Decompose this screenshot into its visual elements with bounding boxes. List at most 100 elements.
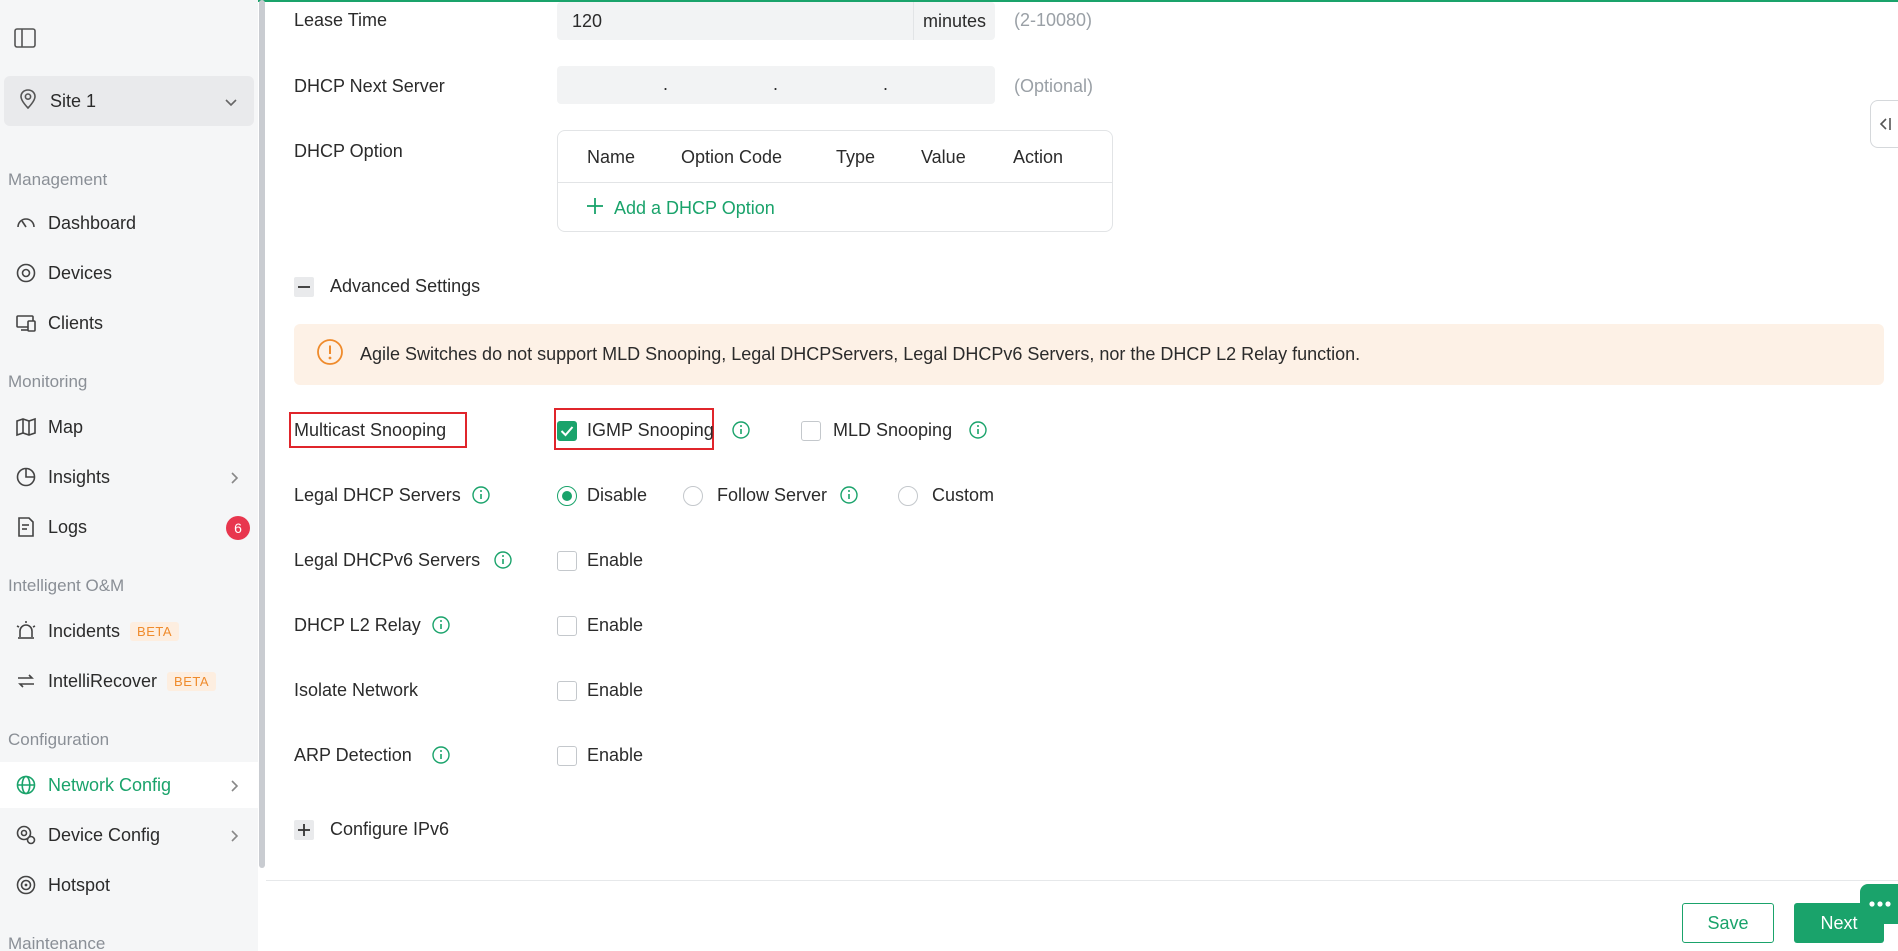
info-icon[interactable] xyxy=(840,486,858,504)
add-dhcp-option-button[interactable]: Add a DHCP Option xyxy=(586,197,775,220)
hotspot-icon xyxy=(14,873,38,897)
sidebar-item-label: Logs xyxy=(48,516,88,537)
info-icon[interactable] xyxy=(432,746,450,764)
checkmark-icon xyxy=(557,420,577,441)
info-icon[interactable] xyxy=(472,486,490,504)
column-header-action: Action xyxy=(1013,147,1064,167)
legal-dhcp-follow-server-radio[interactable]: Follow Server xyxy=(683,485,827,506)
radio-label: Disable xyxy=(587,485,648,505)
sidebar-item-device-config[interactable]: Device Config xyxy=(0,812,258,858)
warning-notice: Agile Switches do not support MLD Snoopi… xyxy=(294,324,1884,385)
sidebar-item-insights[interactable]: Insights xyxy=(0,454,258,500)
legal-dhcp-disable-radio[interactable]: Disable xyxy=(557,485,647,506)
legal-dhcp-servers-label: Legal DHCP Servers xyxy=(294,485,461,505)
checkbox-label: Enable xyxy=(587,615,644,635)
sidebar-item-logs[interactable]: Logs 6 xyxy=(0,504,258,550)
radio-label: Custom xyxy=(932,485,995,505)
dhcp-next-server-input[interactable]: . . . xyxy=(557,66,995,104)
multicast-snooping-label: Multicast Snooping xyxy=(294,420,447,440)
arp-detection-enable-checkbox[interactable]: Enable xyxy=(557,745,643,766)
warning-notice-text: Agile Switches do not support MLD Snoopi… xyxy=(360,344,1361,364)
sidebar: Site 1 Management Dashboard Devices Clie… xyxy=(0,0,258,951)
chevron-down-icon xyxy=(224,93,238,113)
column-header-type: Type xyxy=(836,147,876,167)
advanced-settings-label: Advanced Settings xyxy=(330,276,481,296)
footer-bar: Save Next xyxy=(266,880,1898,951)
section-monitoring: Monitoring xyxy=(8,372,88,391)
chat-icon[interactable] xyxy=(1860,884,1898,924)
column-header-value: Value xyxy=(921,147,966,167)
section-configuration: Configuration xyxy=(8,730,110,749)
mld-snooping-checkbox[interactable]: MLD Snooping xyxy=(801,420,952,441)
device-gear-icon xyxy=(14,823,38,847)
column-header-option-code: Option Code xyxy=(681,147,783,167)
sidebar-item-label: Hotspot xyxy=(48,874,111,895)
igmp-snooping-checkbox[interactable]: IGMP Snooping xyxy=(557,420,714,441)
igmp-snooping-label: IGMP Snooping xyxy=(587,420,714,440)
collapse-panel-icon[interactable] xyxy=(1870,100,1898,148)
alarm-light-icon xyxy=(14,619,38,643)
checkbox-box xyxy=(801,420,821,441)
checkbox-label: Enable xyxy=(587,550,644,570)
legal-dhcp-custom-radio[interactable]: Custom xyxy=(898,485,994,506)
info-icon[interactable] xyxy=(969,421,987,439)
lease-time-input[interactable]: 120 minutes xyxy=(557,2,995,40)
sidebar-item-label: Devices xyxy=(48,262,113,283)
sidebar-item-label: Dashboard xyxy=(48,212,137,233)
beta-badge: BETA xyxy=(167,671,217,691)
info-icon[interactable] xyxy=(494,551,512,569)
sidebar-item-network-config[interactable]: Network Config xyxy=(0,762,258,808)
info-icon[interactable] xyxy=(732,421,750,439)
sidebar-item-dashboard[interactable]: Dashboard xyxy=(0,200,258,246)
save-button[interactable]: Save xyxy=(1682,903,1774,943)
sidebar-scrollbar[interactable] xyxy=(259,0,265,868)
sidebar-item-clients[interactable]: Clients xyxy=(0,300,258,346)
logs-icon xyxy=(14,515,38,539)
sidebar-item-devices[interactable]: Devices xyxy=(0,250,258,296)
checkbox-box xyxy=(557,745,577,766)
globe-icon xyxy=(14,773,38,797)
legal-dhcpv6-servers-label: Legal DHCPv6 Servers xyxy=(294,550,481,570)
chevron-right-icon xyxy=(230,827,240,848)
isolate-network-label: Isolate Network xyxy=(294,680,419,700)
section-maintenance: Maintenance xyxy=(8,934,106,951)
sidebar-item-label: Clients xyxy=(48,312,104,333)
warning-icon xyxy=(316,338,344,371)
clients-icon xyxy=(14,311,38,335)
info-icon[interactable] xyxy=(432,616,450,634)
ip-dot: . xyxy=(883,74,889,94)
next-server-optional-hint: (Optional) xyxy=(1014,76,1094,96)
dhcp-l2-relay-enable-checkbox[interactable]: Enable xyxy=(557,615,643,636)
chevron-right-icon xyxy=(230,777,240,798)
sidebar-item-map[interactable]: Map xyxy=(0,404,258,450)
ip-dot: . xyxy=(773,74,779,94)
swap-arrows-icon xyxy=(14,669,38,693)
lease-time-label: Lease Time xyxy=(294,10,388,30)
mld-snooping-label: MLD Snooping xyxy=(833,420,953,440)
collapse-minus-icon xyxy=(294,276,314,297)
dhcp-l2-relay-label: DHCP L2 Relay xyxy=(294,615,421,635)
radio-unselected xyxy=(898,485,918,506)
sidebar-toggle-icon[interactable] xyxy=(14,28,36,48)
site-selector[interactable]: Site 1 xyxy=(4,76,254,126)
checkbox-label: Enable xyxy=(587,680,644,700)
checkbox-label: Enable xyxy=(587,745,644,765)
sidebar-item-intellirecover[interactable]: IntelliRecover BETA xyxy=(0,658,258,704)
location-pin-icon xyxy=(18,88,38,115)
advanced-settings-toggle[interactable]: Advanced Settings xyxy=(294,276,480,297)
lease-time-value: 120 xyxy=(572,11,603,31)
checkbox-box xyxy=(557,680,577,701)
radio-label: Follow Server xyxy=(717,485,828,505)
sidebar-item-label: IntelliRecover xyxy=(48,670,158,691)
sidebar-item-incidents[interactable]: Incidents BETA xyxy=(0,608,258,654)
add-dhcp-option-label: Add a DHCP Option xyxy=(614,198,775,218)
configure-ipv6-toggle[interactable]: Configure IPv6 xyxy=(294,819,449,840)
radio-unselected xyxy=(683,485,703,506)
legal-dhcpv6-enable-checkbox[interactable]: Enable xyxy=(557,550,643,571)
sidebar-item-label: Network Config xyxy=(48,774,172,795)
sidebar-item-hotspot[interactable]: Hotspot xyxy=(0,862,258,908)
checkbox-box xyxy=(557,550,577,571)
isolate-network-enable-checkbox[interactable]: Enable xyxy=(557,680,643,701)
map-icon xyxy=(14,415,38,439)
expand-plus-icon xyxy=(294,819,314,840)
